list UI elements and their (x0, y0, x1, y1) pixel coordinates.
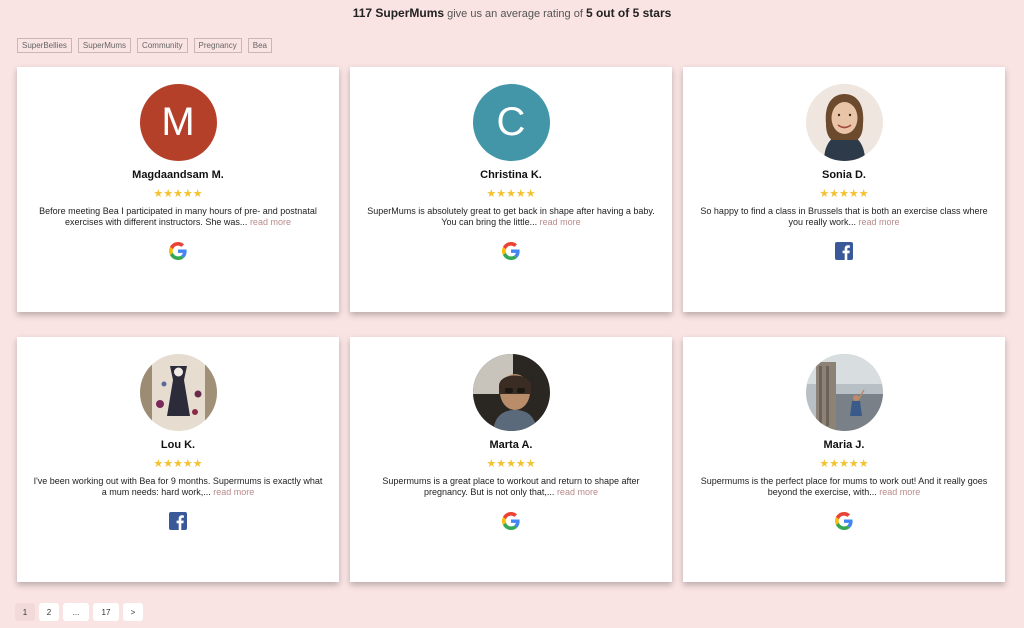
reviewer-name: Lou K. (160, 439, 196, 451)
review-text: So happy to find a class in Brussels tha… (699, 206, 989, 228)
avatar-photo (472, 354, 550, 431)
review-card: Marta A. ★★★★★ Supermums is a great plac… (350, 337, 672, 582)
review-text: Before meeting Bea I participated in man… (33, 206, 323, 228)
tag-superbellies[interactable]: SuperBellies (17, 38, 72, 53)
pagination: 1 2 ... 17 > (15, 603, 143, 621)
avatar: M (139, 84, 217, 161)
reviewer-name: Marta A. (489, 439, 533, 451)
page-button-17[interactable]: 17 (93, 603, 119, 621)
summary-text: give us an average rating of (444, 8, 586, 20)
google-icon[interactable] (502, 242, 520, 260)
star-rating: ★★★★★ (153, 188, 203, 200)
tag-bea[interactable]: Bea (247, 38, 272, 53)
review-grid: M Magdaandsam M. ★★★★★ Before meeting Be… (17, 67, 1005, 582)
reviewer-name: Maria J. (823, 439, 865, 451)
read-more-link[interactable]: read more (554, 487, 598, 497)
avatar-letter: C (496, 100, 526, 144)
star-rating: ★★★★★ (153, 458, 203, 470)
review-text: Supermums is the perfect place for mums … (699, 476, 989, 498)
read-more-link[interactable]: read more (247, 217, 291, 227)
next-page-button[interactable]: > (123, 603, 143, 621)
google-icon[interactable] (169, 242, 187, 260)
review-body: So happy to find a class in Brussels tha… (700, 206, 988, 227)
tag-supermums[interactable]: SuperMums (77, 38, 132, 53)
star-rating: ★★★★★ (819, 188, 869, 200)
avatar: C (472, 84, 550, 161)
review-body: SuperMums is absolutely great to get bac… (367, 206, 655, 227)
read-more-link[interactable]: read more (856, 217, 900, 227)
avatar-photo (805, 354, 883, 431)
read-more-link[interactable]: read more (537, 217, 581, 227)
review-body: Supermums is the perfect place for mums … (700, 476, 988, 497)
tag-pregnancy[interactable]: Pregnancy (193, 38, 242, 53)
avatar-photo (139, 354, 217, 431)
page-ellipsis: ... (63, 603, 89, 621)
star-rating: ★★★★★ (486, 188, 536, 200)
star-rating: ★★★★★ (819, 458, 869, 470)
reviewer-name: Magdaandsam M. (132, 169, 224, 181)
page-button-2[interactable]: 2 (39, 603, 59, 621)
review-card: Sonia D. ★★★★★ So happy to find a class … (683, 67, 1005, 312)
reviewer-name: Christina K. (480, 169, 542, 181)
read-more-link[interactable]: read more (877, 487, 920, 497)
review-text: Supermums is a great place to workout an… (366, 476, 656, 498)
review-count: 117 SuperMums (352, 6, 445, 20)
tag-community[interactable]: Community (137, 38, 188, 53)
review-card: C Christina K. ★★★★★ SuperMums is absolu… (350, 67, 672, 312)
google-icon[interactable] (835, 512, 853, 530)
rating-summary: 117 SuperMums give us an average rating … (0, 6, 1024, 20)
review-body: Supermums is a great place to workout an… (382, 476, 640, 497)
reviewer-name: Sonia D. (821, 169, 866, 181)
avatar-letter: M (161, 100, 195, 144)
review-text: SuperMums is absolutely great to get bac… (366, 206, 656, 228)
review-card: Maria J. ★★★★★ Supermums is the perfect … (683, 337, 1005, 582)
google-icon[interactable] (502, 512, 520, 530)
review-body: I've been working out with Bea for 9 mon… (33, 476, 323, 497)
facebook-icon[interactable] (835, 242, 853, 260)
review-text: I've been working out with Bea for 9 mon… (33, 476, 323, 498)
review-card: Lou K. ★★★★★ I've been working out with … (17, 337, 339, 582)
read-more-link[interactable]: read more (211, 487, 254, 497)
average-rating: 5 out of 5 stars (585, 6, 672, 20)
review-card: M Magdaandsam M. ★★★★★ Before meeting Be… (17, 67, 339, 312)
page-button-1[interactable]: 1 (15, 603, 35, 621)
avatar-photo (805, 84, 883, 161)
tag-filter-bar: SuperBellies SuperMums Community Pregnan… (17, 38, 272, 53)
star-rating: ★★★★★ (486, 458, 536, 470)
facebook-icon[interactable] (169, 512, 187, 530)
